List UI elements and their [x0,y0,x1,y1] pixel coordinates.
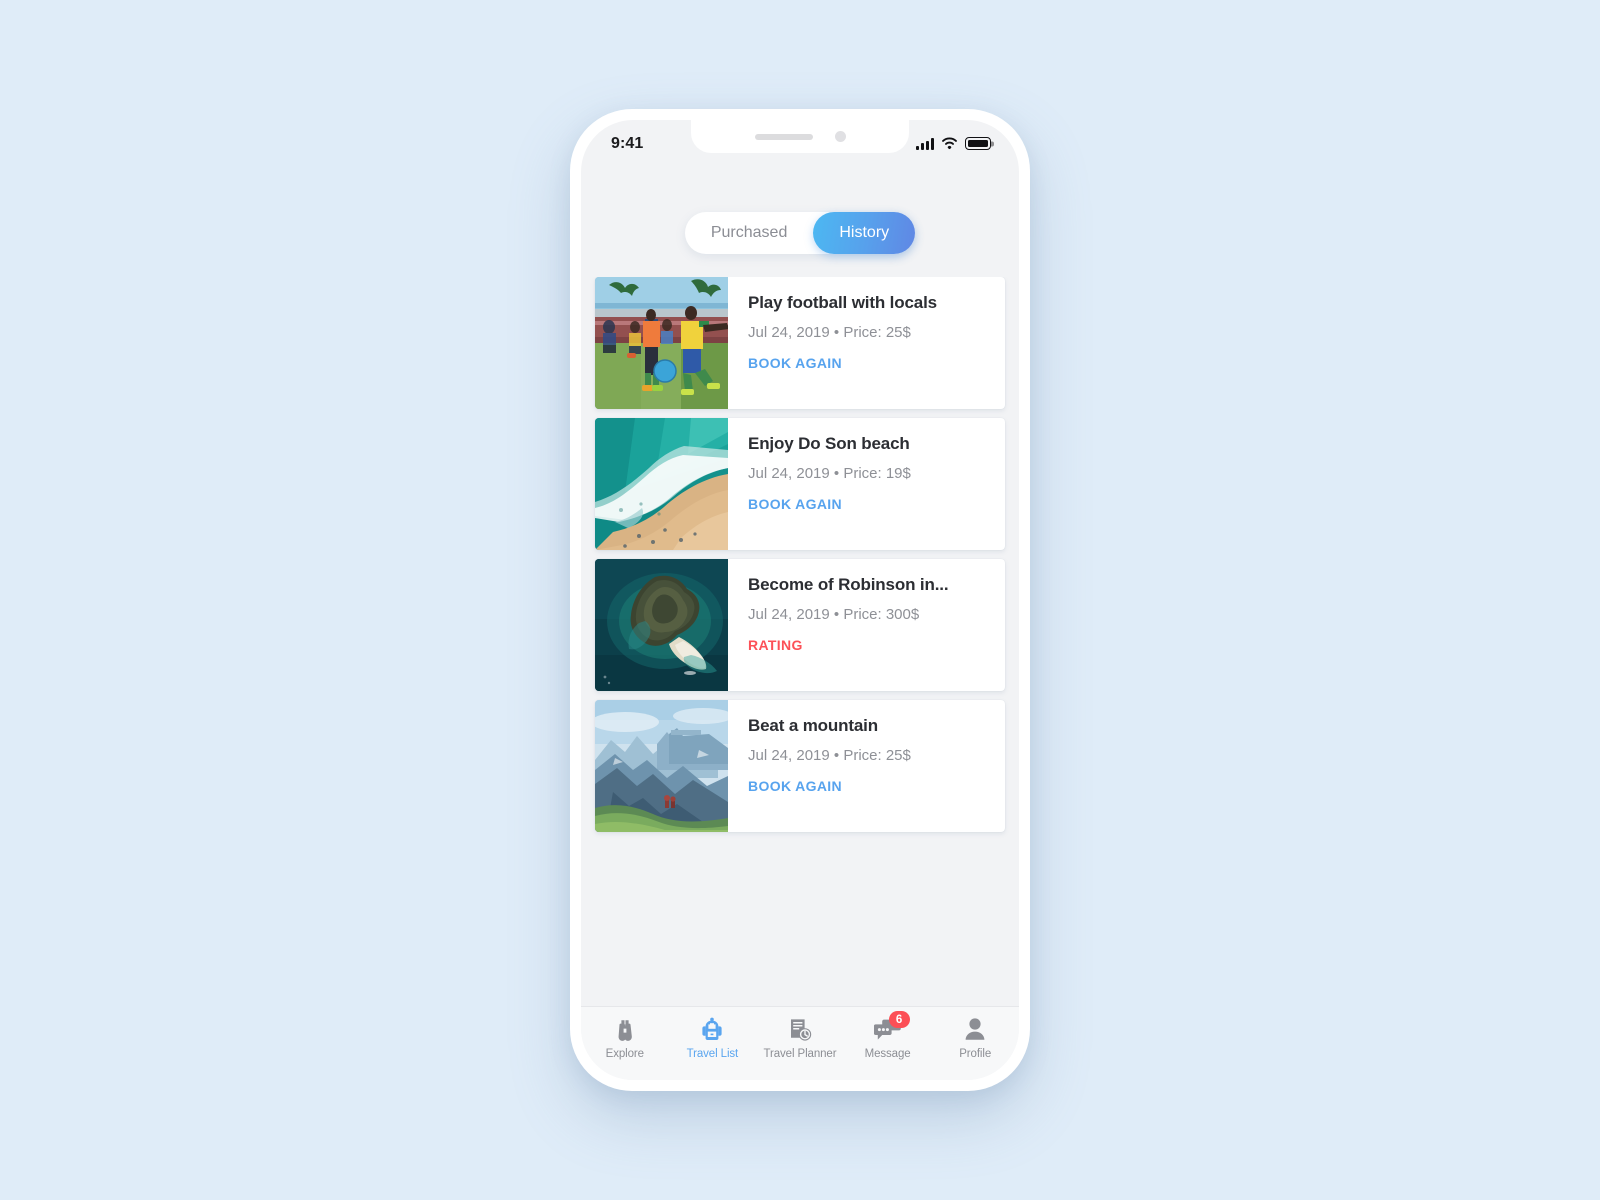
card-meta: Jul 24, 2019 • Price: 19$ [748,465,911,483]
card-thumbnail-island [595,559,728,691]
earpiece-speaker-icon [754,133,813,140]
person-icon [960,1016,990,1044]
segmented-control: Purchased History [684,212,916,254]
list-item[interactable]: Become of Robinson in... Jul 24, 2019 • … [595,559,1005,691]
message-badge: 6 [888,1011,910,1028]
list-item[interactable]: Enjoy Do Son beach Jul 24, 2019 • Price:… [595,418,1005,550]
card-title: Beat a mountain [748,716,878,735]
tab-label: Travel List [686,1048,739,1060]
list-item[interactable]: Beat a mountain Jul 24, 2019 • Price: 25… [595,700,1005,832]
card-thumbnail-beach [595,418,728,550]
card-title: Play football with locals [748,293,937,312]
segmented-control-wrapper: Purchased History [581,164,1019,277]
battery-full-icon [965,137,991,150]
card-title: Become of Robinson in... [748,575,949,594]
book-again-button[interactable]: BOOK AGAIN [748,355,991,371]
card-meta: Jul 24, 2019 • Price: 25$ [748,324,911,342]
tab-label: Message [864,1048,911,1060]
card-meta: Jul 24, 2019 • Price: 300$ [748,606,920,624]
card-body: Enjoy Do Son beach Jul 24, 2019 • Price:… [728,418,1005,550]
document-clock-icon [785,1016,815,1044]
tab-history[interactable]: History [813,212,916,254]
status-time: 9:41 [611,134,644,152]
tab-label: Travel Planner [763,1048,837,1060]
tab-travel-list[interactable]: Travel List [669,1016,757,1060]
card-thumbnail-mountain [595,700,728,832]
rating-button[interactable]: RATING [748,637,991,653]
card-body: Beat a mountain Jul 24, 2019 • Price: 25… [728,700,1005,832]
status-icons [916,134,991,150]
book-again-button[interactable]: BOOK AGAIN [748,496,991,512]
card-meta: Jul 24, 2019 • Price: 25$ [748,747,911,765]
chat-bubbles-icon: 6 [873,1011,910,1044]
tab-label: Profile [959,1048,992,1060]
phone-frame: 9:41 Purchased History Play football wit… [570,109,1030,1091]
phone-screen: 9:41 Purchased History Play football wit… [581,120,1019,1080]
history-card-list: Play football with locals Jul 24, 2019 •… [581,277,1019,1006]
tab-profile[interactable]: Profile [931,1016,1019,1060]
book-again-button[interactable]: BOOK AGAIN [748,778,991,794]
binoculars-icon [610,1016,640,1044]
list-item[interactable]: Play football with locals Jul 24, 2019 •… [595,277,1005,409]
phone-notch [691,120,909,153]
card-body: Play football with locals Jul 24, 2019 •… [728,277,1005,409]
bottom-tab-bar: Explore Travel List Travel Planner 6 Mes… [581,1006,1019,1080]
card-title: Enjoy Do Son beach [748,434,910,453]
backpack-icon [697,1016,727,1044]
tab-label: Explore [605,1048,644,1060]
cellular-signal-icon [916,137,934,150]
wifi-icon [942,137,957,150]
front-camera-icon [834,131,846,142]
card-thumbnail-football [595,277,728,409]
card-body: Become of Robinson in... Jul 24, 2019 • … [728,559,1005,691]
tab-purchased[interactable]: Purchased [685,212,814,254]
tab-travel-planner[interactable]: Travel Planner [756,1016,844,1060]
tab-message[interactable]: 6 Message [844,1011,932,1060]
tab-explore[interactable]: Explore [581,1016,669,1060]
